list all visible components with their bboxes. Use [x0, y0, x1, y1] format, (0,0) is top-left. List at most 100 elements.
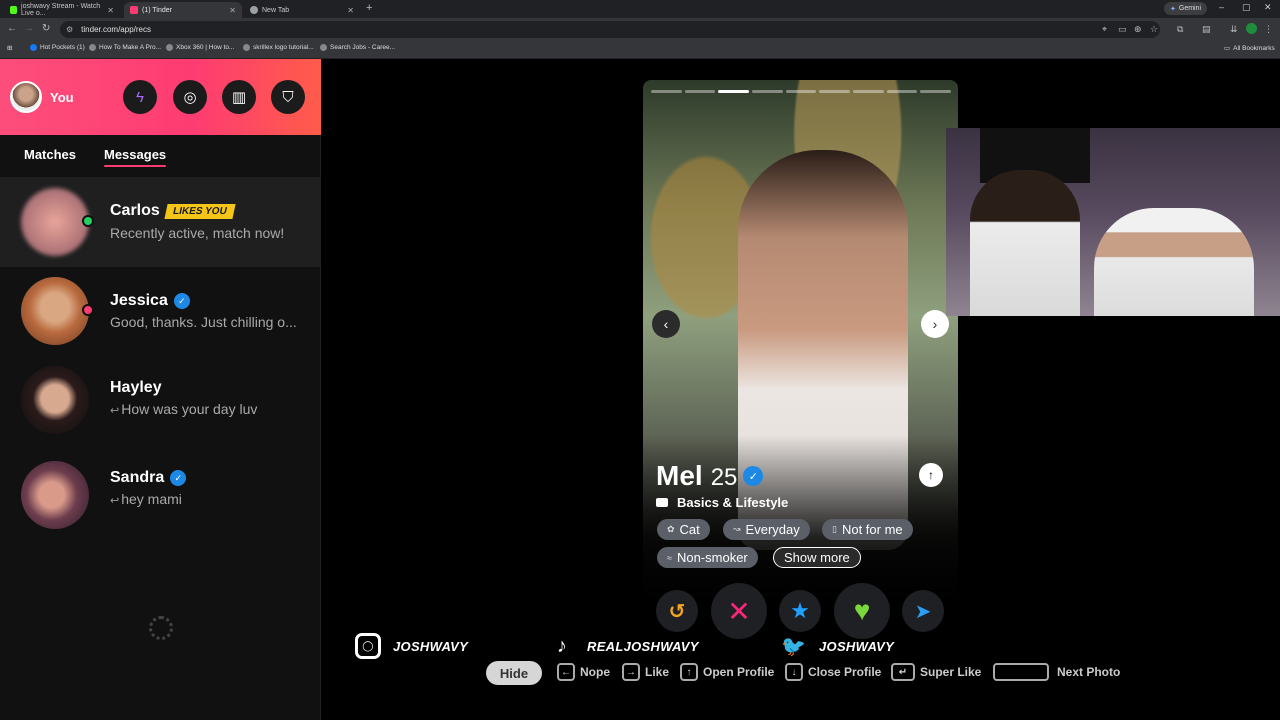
like-icon[interactable]: ♥	[834, 583, 890, 639]
next-photo-icon[interactable]: ›	[921, 310, 949, 338]
tab-matches[interactable]: Matches	[24, 147, 76, 162]
globe-icon	[320, 44, 327, 51]
bookmark-label: How To Make A Pro...	[99, 44, 162, 51]
key-enter-icon: ↵	[891, 663, 915, 681]
rewind-icon[interactable]: ↺	[656, 590, 698, 632]
match-message-text: How was your day luv	[121, 401, 258, 417]
tab-title: joshwavy Stream - Watch Live o...	[21, 3, 101, 17]
bookmark-item[interactable]: Hot Pockets (1)	[30, 44, 85, 51]
bookmark-label: Xbox 360 | How to...	[176, 44, 235, 51]
tiktok-icon: ♪	[556, 634, 568, 657]
explore-icon[interactable]: ◎	[173, 80, 207, 114]
shortcut-nope: ← Nope	[557, 663, 610, 681]
profile-avatar[interactable]	[1246, 23, 1257, 34]
photo-indicator-active[interactable]	[718, 90, 750, 93]
list-item[interactable]: Carlos LIKES YOU Recently active, match …	[0, 177, 321, 267]
gemini-button[interactable]: ✦ Gemini	[1164, 2, 1208, 15]
bookmark-star-icon[interactable]: ☆	[1150, 24, 1158, 35]
previous-photo-icon[interactable]: ‹	[652, 310, 680, 338]
briefcase-icon[interactable]: ▥	[222, 80, 256, 114]
photo-indicator[interactable]	[684, 90, 716, 93]
photo-indicator[interactable]	[920, 90, 952, 93]
photo-indicator[interactable]	[853, 90, 884, 93]
photo-indicator[interactable]	[752, 90, 783, 93]
super-like-icon[interactable]: ★	[779, 590, 821, 632]
back-icon[interactable]: ←	[7, 23, 17, 34]
sidepanel-icon[interactable]: ▤	[1202, 24, 1211, 35]
site-info-icon[interactable]: ⚙	[66, 25, 73, 34]
kick-favicon-icon	[10, 6, 18, 14]
open-profile-arrow-icon[interactable]: ↑	[919, 463, 943, 487]
key-down-icon: ↓	[785, 663, 803, 681]
match-name: Sandra ✓	[110, 469, 187, 487]
folder-icon: ▭	[1224, 45, 1231, 52]
social-handle: JOSHWAVY	[819, 638, 895, 654]
photo-indicator[interactable]	[785, 90, 817, 93]
webcam-person	[970, 170, 1080, 316]
close-window-icon[interactable]: ✕	[1264, 2, 1272, 13]
photo-indicator[interactable]	[886, 90, 918, 93]
cast-icon[interactable]: ▭	[1118, 24, 1127, 35]
match-message-text: hey mami	[121, 491, 182, 507]
tab-messages[interactable]: Messages	[104, 147, 167, 167]
match-message: ↩ hey mami	[110, 491, 310, 507]
sidebar-header: You ϟ ◎ ▥ ⛉	[0, 59, 321, 135]
shortcut-super-like: ↵ Super Like	[891, 663, 981, 681]
close-tab-icon[interactable]: ✕	[347, 6, 354, 15]
boost-icon[interactable]: ϟ	[123, 80, 157, 114]
chip-workout: ▯ Not for me	[822, 519, 913, 540]
browser-tab-newtab[interactable]: New Tab ✕	[244, 2, 360, 18]
location-icon[interactable]: ⌖	[1102, 24, 1107, 35]
photo-indicator[interactable]	[819, 90, 851, 93]
twitter-handle: 🐦 JOSHWAVY	[781, 633, 894, 659]
profile-age: 25	[710, 464, 738, 491]
boost-send-icon[interactable]: ➤	[902, 590, 944, 632]
browser-tab-stream[interactable]: joshwavy Stream - Watch Live o... ✕	[4, 2, 120, 18]
photo-indicator[interactable]	[651, 90, 682, 93]
hide-shortcuts-button[interactable]: Hide	[486, 661, 542, 685]
nope-icon[interactable]: ✕	[711, 583, 767, 639]
reload-icon[interactable]: ↻	[42, 23, 50, 34]
forward-icon[interactable]: →	[24, 23, 34, 34]
globe-icon	[166, 44, 173, 51]
extensions-icon[interactable]: ⧉	[1177, 24, 1183, 35]
avatar	[21, 188, 89, 256]
show-more-button[interactable]: Show more	[773, 547, 861, 568]
apps-icon[interactable]: ⊞	[7, 44, 12, 52]
chip-drinking: ↝ Everyday	[723, 519, 810, 540]
bookmark-item[interactable]: How To Make A Pro...	[89, 44, 161, 51]
close-tab-icon[interactable]: ✕	[107, 6, 114, 15]
maximize-icon[interactable]: ▢	[1242, 2, 1251, 13]
loading-spinner-icon	[149, 616, 173, 640]
shield-icon[interactable]: ⛉	[271, 80, 305, 114]
downloads-icon[interactable]: ⇊	[1230, 24, 1238, 35]
bookmark-item[interactable]: skrillex logo tutorial...	[243, 44, 314, 51]
bookmark-item[interactable]: Search Jobs - Caree...	[320, 44, 395, 51]
profile-card[interactable]: ‹ › ↑ Mel 25 ✓ Basics & Lifestyle ✿ Cat ↝…	[643, 80, 958, 605]
tag-icon	[656, 498, 668, 507]
my-avatar[interactable]	[10, 81, 42, 113]
menu-icon[interactable]: ⋮	[1264, 24, 1273, 35]
list-item[interactable]: Sandra ✓ ↩ hey mami	[0, 447, 321, 537]
browser-tab-tinder[interactable]: (1) Tinder ✕	[124, 2, 242, 18]
all-bookmarks[interactable]: ▭ All Bookmarks	[1224, 44, 1275, 53]
url-field[interactable]: ⚙ tinder.com/app/recs	[60, 21, 1160, 38]
list-item[interactable]: Hayley ↩ How was your day luv	[0, 357, 321, 447]
shortcut-close-profile: ↓ Close Profile	[785, 663, 881, 681]
shortcut-label: Open Profile	[703, 665, 775, 679]
verified-icon: ✓	[173, 293, 190, 309]
list-item[interactable]: Jessica ✓ Good, thanks. Just chilling o.…	[0, 267, 321, 357]
shortcut-like: → Like	[622, 663, 669, 681]
smoke-icon: ≈	[667, 552, 672, 563]
zoom-icon[interactable]: ⊕	[1134, 24, 1142, 35]
minimize-icon[interactable]: –	[1219, 2, 1224, 12]
address-bar-row: ← → ↻ ⚙ tinder.com/app/recs ⌖ ▭ ⊕ ☆ ⧉ ▤ …	[0, 18, 1280, 41]
close-tab-icon[interactable]: ✕	[229, 6, 236, 15]
bookmark-item[interactable]: Xbox 360 | How to...	[166, 44, 234, 51]
my-profile-label[interactable]: You	[50, 90, 74, 105]
new-tab-button[interactable]: +	[366, 2, 372, 14]
instagram-icon: ◯	[355, 633, 381, 659]
avatar	[21, 461, 89, 529]
match-name-text: Jessica	[110, 292, 168, 309]
globe-favicon-icon	[250, 6, 258, 14]
